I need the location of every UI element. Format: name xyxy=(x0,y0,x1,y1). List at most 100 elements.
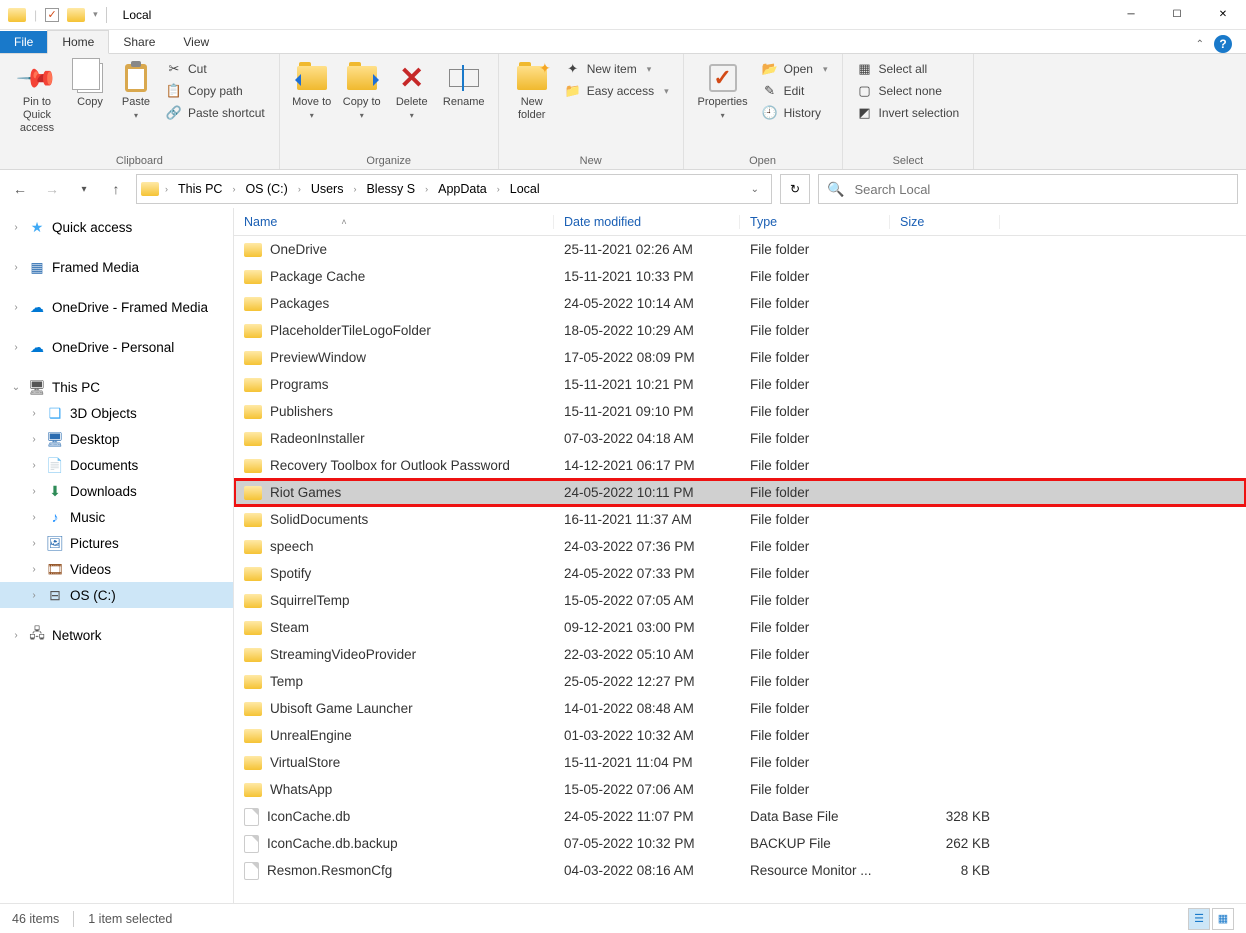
pin-to-quick-access-button[interactable]: 📌 Pin to Quick access xyxy=(8,58,66,139)
expand-icon[interactable]: › xyxy=(10,222,22,233)
expand-icon[interactable]: › xyxy=(10,342,22,353)
expand-icon[interactable]: › xyxy=(10,262,22,273)
tree-node[interactable]: ›📄Documents xyxy=(0,452,233,478)
table-row[interactable]: IconCache.db24-05-2022 11:07 PMData Base… xyxy=(234,803,1246,830)
cut-button[interactable]: ✂Cut xyxy=(160,58,271,80)
history-button[interactable]: 🕘History xyxy=(756,102,834,124)
table-row[interactable]: Publishers15-11-2021 09:10 PMFile folder xyxy=(234,398,1246,425)
expand-icon[interactable]: › xyxy=(28,460,40,471)
open-button[interactable]: 📂Open▾ xyxy=(756,58,834,80)
table-row[interactable]: SolidDocuments16-11-2021 11:37 AMFile fo… xyxy=(234,506,1246,533)
details-view-button[interactable]: ☰ xyxy=(1188,908,1210,930)
tree-node[interactable]: ›♪Music xyxy=(0,504,233,530)
table-row[interactable]: Temp25-05-2022 12:27 PMFile folder xyxy=(234,668,1246,695)
collapse-ribbon-icon[interactable]: ⌃ xyxy=(1196,39,1204,50)
tree-node[interactable]: ›🖥Desktop xyxy=(0,426,233,452)
expand-icon[interactable]: › xyxy=(28,434,40,445)
copy-to-button[interactable]: Copy to ▾ xyxy=(338,58,386,124)
chevron-right-icon[interactable]: › xyxy=(163,184,170,194)
search-box[interactable]: 🔍 xyxy=(818,174,1238,204)
address-dropdown-icon[interactable]: ⌄ xyxy=(743,184,767,195)
table-row[interactable]: SquirrelTemp15-05-2022 07:05 AMFile fold… xyxy=(234,587,1246,614)
crumb-os[interactable]: OS (C:) xyxy=(239,182,293,196)
tree-node[interactable]: ›❑3D Objects xyxy=(0,400,233,426)
new-folder-button[interactable]: New folder xyxy=(507,58,557,126)
expand-icon[interactable]: › xyxy=(28,564,40,575)
chevron-right-icon[interactable]: › xyxy=(423,184,430,194)
table-row[interactable]: Package Cache15-11-2021 10:33 PMFile fol… xyxy=(234,263,1246,290)
chevron-right-icon[interactable]: › xyxy=(351,184,358,194)
qat-dropdown-icon[interactable]: ▾ xyxy=(93,9,98,20)
delete-button[interactable]: ✕ Delete ▾ xyxy=(388,58,436,124)
table-row[interactable]: WhatsApp15-05-2022 07:06 AMFile folder xyxy=(234,776,1246,803)
properties-button[interactable]: ✓ Properties ▾ xyxy=(692,58,754,124)
tab-home[interactable]: Home xyxy=(47,30,109,54)
tree-node[interactable]: ›🎞Videos xyxy=(0,556,233,582)
tree-node[interactable]: ›☁OneDrive - Personal xyxy=(0,334,233,360)
new-item-button[interactable]: ✦New item▾ xyxy=(559,58,675,80)
tab-file[interactable]: File xyxy=(0,31,47,53)
table-row[interactable]: Packages24-05-2022 10:14 AMFile folder xyxy=(234,290,1246,317)
paste-shortcut-button[interactable]: 🔗Paste shortcut xyxy=(160,102,271,124)
invert-selection-button[interactable]: ◩Invert selection xyxy=(851,102,966,124)
expand-icon[interactable]: ⌄ xyxy=(10,382,22,393)
column-size[interactable]: Size xyxy=(890,215,1000,229)
crumb-this-pc[interactable]: This PC xyxy=(172,182,228,196)
tab-share[interactable]: Share xyxy=(109,31,169,53)
tree-node[interactable]: ›★Quick access xyxy=(0,214,233,240)
copy-button[interactable]: Copy xyxy=(68,58,112,113)
easy-access-button[interactable]: 📁Easy access▾ xyxy=(559,80,675,102)
column-date[interactable]: Date modified xyxy=(554,215,740,229)
recent-dropdown[interactable]: ▾ xyxy=(72,177,96,201)
table-row[interactable]: PlaceholderTileLogoFolder18-05-2022 10:2… xyxy=(234,317,1246,344)
column-type[interactable]: Type xyxy=(740,215,890,229)
table-row[interactable]: UnrealEngine01-03-2022 10:32 AMFile fold… xyxy=(234,722,1246,749)
expand-icon[interactable]: › xyxy=(10,302,22,313)
address-bar[interactable]: › This PC › OS (C:) › Users › Blessy S ›… xyxy=(136,174,772,204)
search-input[interactable] xyxy=(854,182,1229,197)
table-row[interactable]: Steam09-12-2021 03:00 PMFile folder xyxy=(234,614,1246,641)
expand-icon[interactable]: › xyxy=(28,486,40,497)
table-row[interactable]: IconCache.db.backup07-05-2022 10:32 PMBA… xyxy=(234,830,1246,857)
table-row[interactable]: VirtualStore15-11-2021 11:04 PMFile fold… xyxy=(234,749,1246,776)
tree-node[interactable]: ›⬇Downloads xyxy=(0,478,233,504)
maximize-button[interactable]: ☐ xyxy=(1154,0,1200,30)
chevron-right-icon[interactable]: › xyxy=(495,184,502,194)
table-row[interactable]: speech24-03-2022 07:36 PMFile folder xyxy=(234,533,1246,560)
paste-button[interactable]: Paste ▾ xyxy=(114,58,158,124)
chevron-right-icon[interactable]: › xyxy=(296,184,303,194)
tree-node[interactable]: ›▦Framed Media xyxy=(0,254,233,280)
rename-button[interactable]: Rename xyxy=(438,58,490,113)
tree-node[interactable]: ›🖧Network xyxy=(0,622,233,648)
copy-path-button[interactable]: 📋Copy path xyxy=(160,80,271,102)
expand-icon[interactable]: › xyxy=(10,630,22,641)
crumb-appdata[interactable]: AppData xyxy=(432,182,493,196)
up-button[interactable]: ↑ xyxy=(104,177,128,201)
close-button[interactable]: ✕ xyxy=(1200,0,1246,30)
move-to-button[interactable]: Move to ▾ xyxy=(288,58,336,124)
table-row[interactable]: Resmon.ResmonCfg04-03-2022 08:16 AMResou… xyxy=(234,857,1246,884)
qat-properties-icon[interactable]: ✓ xyxy=(45,8,59,22)
expand-icon[interactable]: › xyxy=(28,590,40,601)
refresh-button[interactable]: ↻ xyxy=(780,174,810,204)
icons-view-button[interactable]: ▦ xyxy=(1212,908,1234,930)
select-all-button[interactable]: ▦Select all xyxy=(851,58,966,80)
crumb-user[interactable]: Blessy S xyxy=(360,182,421,196)
chevron-right-icon[interactable]: › xyxy=(230,184,237,194)
column-name[interactable]: Name˄ xyxy=(234,215,554,229)
back-button[interactable]: ← xyxy=(8,177,32,201)
nav-tree[interactable]: ›★Quick access ›▦Framed Media ›☁OneDrive -… xyxy=(0,208,234,903)
tree-node[interactable]: ›☁OneDrive - Framed Media xyxy=(0,294,233,320)
expand-icon[interactable]: › xyxy=(28,538,40,549)
tree-node[interactable]: ›⊟OS (C:) xyxy=(0,582,233,608)
tab-view[interactable]: View xyxy=(169,31,223,53)
forward-button[interactable]: → xyxy=(40,177,64,201)
qat-folder-icon[interactable] xyxy=(67,8,85,22)
table-row[interactable]: Recovery Toolbox for Outlook Password14-… xyxy=(234,452,1246,479)
table-row[interactable]: StreamingVideoProvider22-03-2022 05:10 A… xyxy=(234,641,1246,668)
table-row[interactable]: PreviewWindow17-05-2022 08:09 PMFile fol… xyxy=(234,344,1246,371)
table-row[interactable]: Spotify24-05-2022 07:33 PMFile folder xyxy=(234,560,1246,587)
crumb-local[interactable]: Local xyxy=(504,182,546,196)
select-none-button[interactable]: ▢Select none xyxy=(851,80,966,102)
table-row[interactable]: RadeonInstaller07-03-2022 04:18 AMFile f… xyxy=(234,425,1246,452)
